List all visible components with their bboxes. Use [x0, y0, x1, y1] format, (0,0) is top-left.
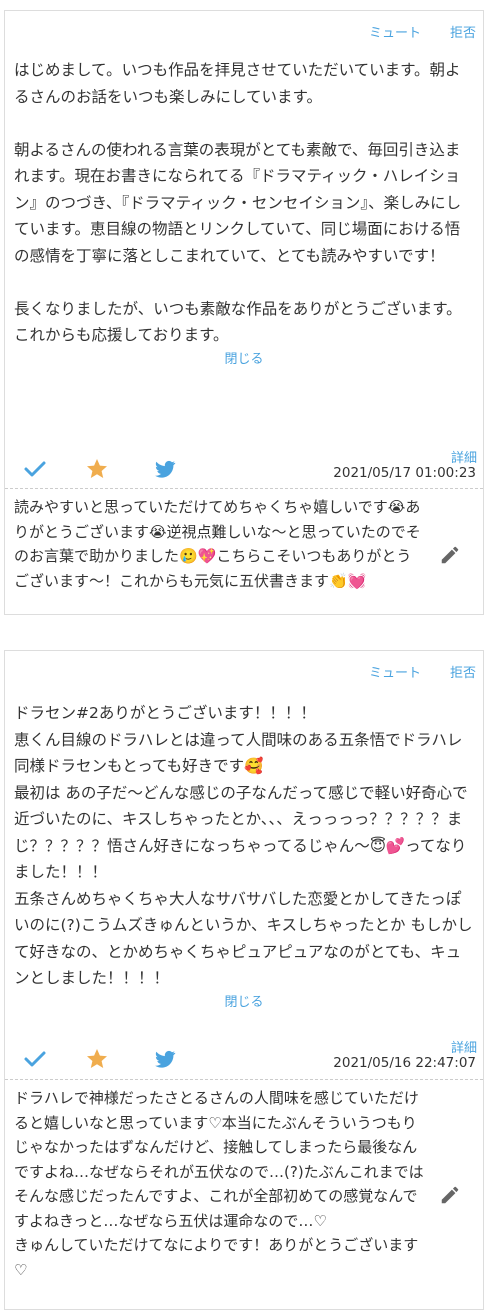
star-icon[interactable]: [85, 457, 109, 481]
author-reply: 読みやすいと思っていただけてめちゃくちゃ嬉しいです😭ありがとうございます😭逆視点…: [5, 488, 483, 614]
pencil-icon[interactable]: [439, 544, 461, 566]
twitter-icon[interactable]: [153, 1047, 177, 1071]
comment-footer: 詳細 2021/05/17 01:00:23: [5, 447, 483, 487]
comment-body: はじめまして。いつも作品を拝見させていただいています。朝よるさんのお話をいつも楽…: [14, 61, 462, 344]
author-reply: ドラハレで神様だったさとるさんの人間味を感じていただけると嬉しいなと思っています…: [5, 1079, 483, 1309]
comment-actions-bar: ミュート 拒否: [5, 651, 483, 687]
mute-link[interactable]: ミュート: [369, 22, 421, 41]
close-link[interactable]: 閉じる: [5, 994, 483, 1012]
twitter-icon[interactable]: [153, 457, 177, 481]
comment-footer: 詳細 2021/05/16 22:47:07: [5, 1037, 483, 1077]
reject-link[interactable]: 拒否: [450, 662, 476, 681]
reject-link[interactable]: 拒否: [450, 22, 476, 41]
reply-text: ドラハレで神様だったさとるさんの人間味を感じていただけると嬉しいなと思っています…: [14, 1089, 424, 1279]
check-icon[interactable]: [23, 1047, 47, 1071]
pencil-icon[interactable]: [439, 1184, 461, 1206]
star-icon[interactable]: [85, 1047, 109, 1071]
reply-text: 読みやすいと思っていただけてめちゃくちゃ嬉しいです😭ありがとうございます😭逆視点…: [14, 498, 421, 590]
details-link[interactable]: 詳細: [451, 447, 477, 466]
comment-timestamp: 2021/05/17 01:00:23: [333, 465, 476, 481]
comment-timestamp: 2021/05/16 22:47:07: [333, 1055, 476, 1071]
comment-actions-bar: ミュート 拒否: [5, 11, 483, 47]
comment-card: ミュート 拒否 はじめまして。いつも作品を拝見させていただいています。朝よるさん…: [4, 10, 484, 615]
mute-link[interactable]: ミュート: [369, 662, 421, 681]
details-link[interactable]: 詳細: [451, 1037, 477, 1056]
comment-card: ミュート 拒否 ドラセン#2ありがとうございます！！！！ 恵くん目線のドラハレと…: [4, 650, 484, 1310]
check-icon[interactable]: [23, 457, 47, 481]
close-link[interactable]: 閉じる: [5, 351, 483, 369]
comment-body: ドラセン#2ありがとうございます！！！！ 恵くん目線のドラハレとは違って人間味の…: [14, 704, 473, 987]
